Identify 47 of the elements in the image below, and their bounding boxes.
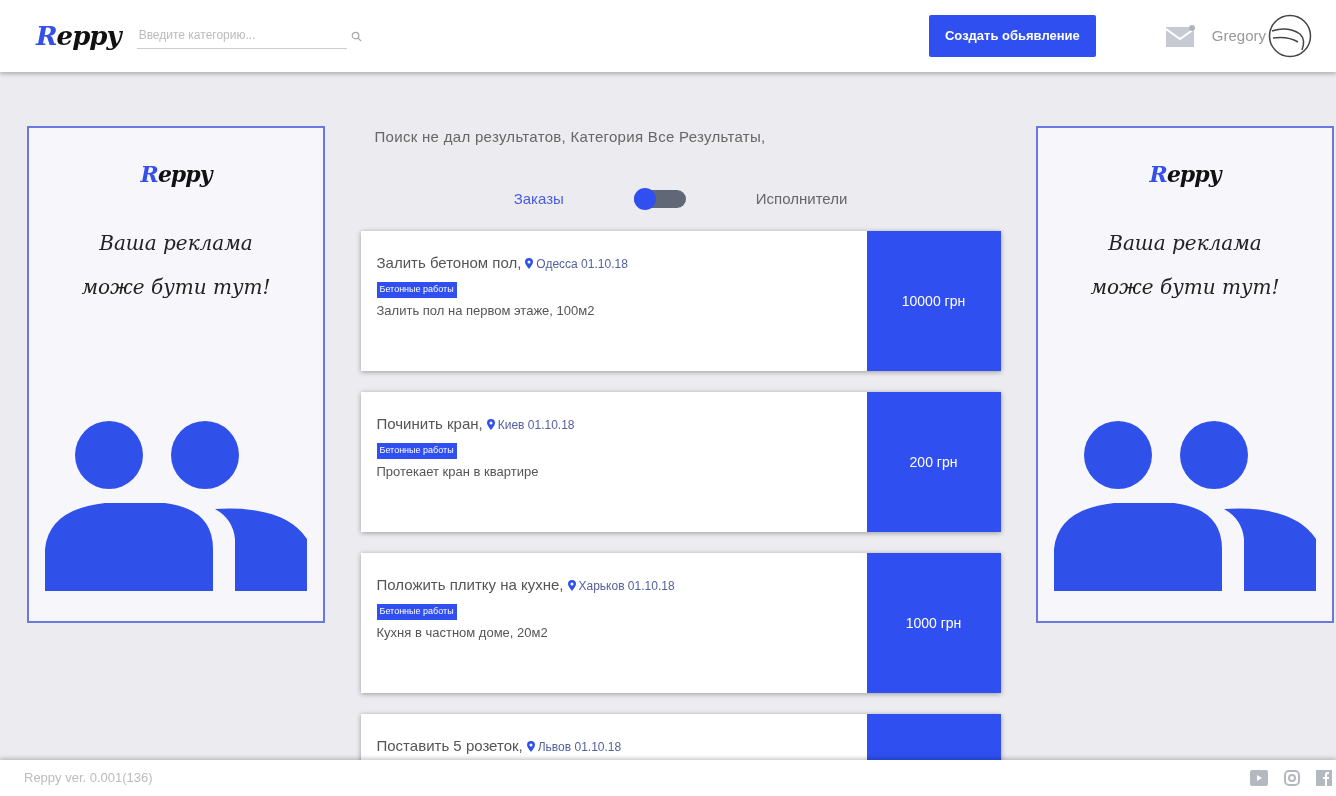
order-location: Киев 01.10.18 xyxy=(497,418,575,432)
price-label: 1000 грн xyxy=(866,553,1001,693)
people-icon xyxy=(1054,419,1316,591)
order-location: Львов 01.10.18 xyxy=(537,740,622,754)
order-description: Протекает кран в квартире xyxy=(376,462,540,481)
category-tag: Бетонные работы xyxy=(376,282,457,298)
ad-text: може бути тут! xyxy=(81,274,271,301)
location-pin-icon xyxy=(526,741,535,752)
logo[interactable]: Reppy xyxy=(36,16,121,56)
camera-icon[interactable] xyxy=(1284,770,1300,786)
toggle-switch[interactable] xyxy=(633,189,686,208)
order-location: Харьков 01.10.18 xyxy=(578,579,675,593)
location-pin-icon xyxy=(486,419,495,430)
ad-text: Ваша реклама xyxy=(98,230,254,257)
category-tag: Бетонные работы xyxy=(376,443,457,459)
search-icon[interactable] xyxy=(350,30,362,42)
people-icon xyxy=(45,419,307,591)
price-label: 200 грн xyxy=(866,392,1001,532)
toggle-thumb[interactable] xyxy=(633,187,656,210)
price-label: 10000 грн xyxy=(866,231,1001,371)
order-title: Залить бетоном пол, xyxy=(376,254,522,271)
category-tag: Бетонные работы xyxy=(376,604,457,620)
order-card[interactable]: Починить кран, Киев 01.10.18 Бетонные работы Протекает кран в квартире 200 грн xyxy=(360,392,1001,532)
f-letter-icon[interactable] xyxy=(1316,770,1332,786)
version-text: Reppy ver. 0.001(136) xyxy=(24,769,153,788)
order-card[interactable]: Положить плитку на кухне, Харьков 01.10.18 Бетонные работы Кухня в частном доме, 20м2 1000 грн xyxy=(360,553,1001,693)
order-card[interactable]: Поставить 5 розеток, Львов 01.10.18 xyxy=(360,714,1001,760)
location-pin-icon xyxy=(567,580,576,591)
avatar-icon[interactable] xyxy=(1268,14,1312,58)
toggle-label[interactable]: Исполнители xyxy=(755,187,848,210)
order-description: Залить пол на первом этаже, 100м2 xyxy=(376,301,596,320)
results-message: Поиск не дал результатов, Категория Все Результаты, xyxy=(374,127,767,147)
video-icon[interactable] xyxy=(1250,770,1268,786)
order-title: Поставить 5 розеток, xyxy=(376,737,523,754)
order-title: Положить плитку на кухне, xyxy=(376,576,564,593)
toggle-label[interactable]: Заказы xyxy=(513,187,564,210)
mail-icon[interactable] xyxy=(1165,25,1196,47)
ad-logo: Reppy xyxy=(1149,160,1221,189)
order-title: Починить кран, xyxy=(376,415,483,432)
create-listing-button[interactable]: Создать обьявление xyxy=(928,15,1096,57)
order-description: Кухня в частном доме, 20м2 xyxy=(376,623,549,642)
ad-text: Ваша реклама xyxy=(1107,230,1263,257)
location-pin-icon xyxy=(525,258,534,269)
order-location: Одесса 01.10.18 xyxy=(536,257,628,271)
ad-text: може бути тут! xyxy=(1090,274,1280,301)
ad-logo: Reppy xyxy=(140,160,212,189)
order-card[interactable]: Залить бетоном пол, Одесса 01.10.18 Бетонные работы Залить пол на первом этаже, 100м2 10000 грн xyxy=(360,231,1001,371)
